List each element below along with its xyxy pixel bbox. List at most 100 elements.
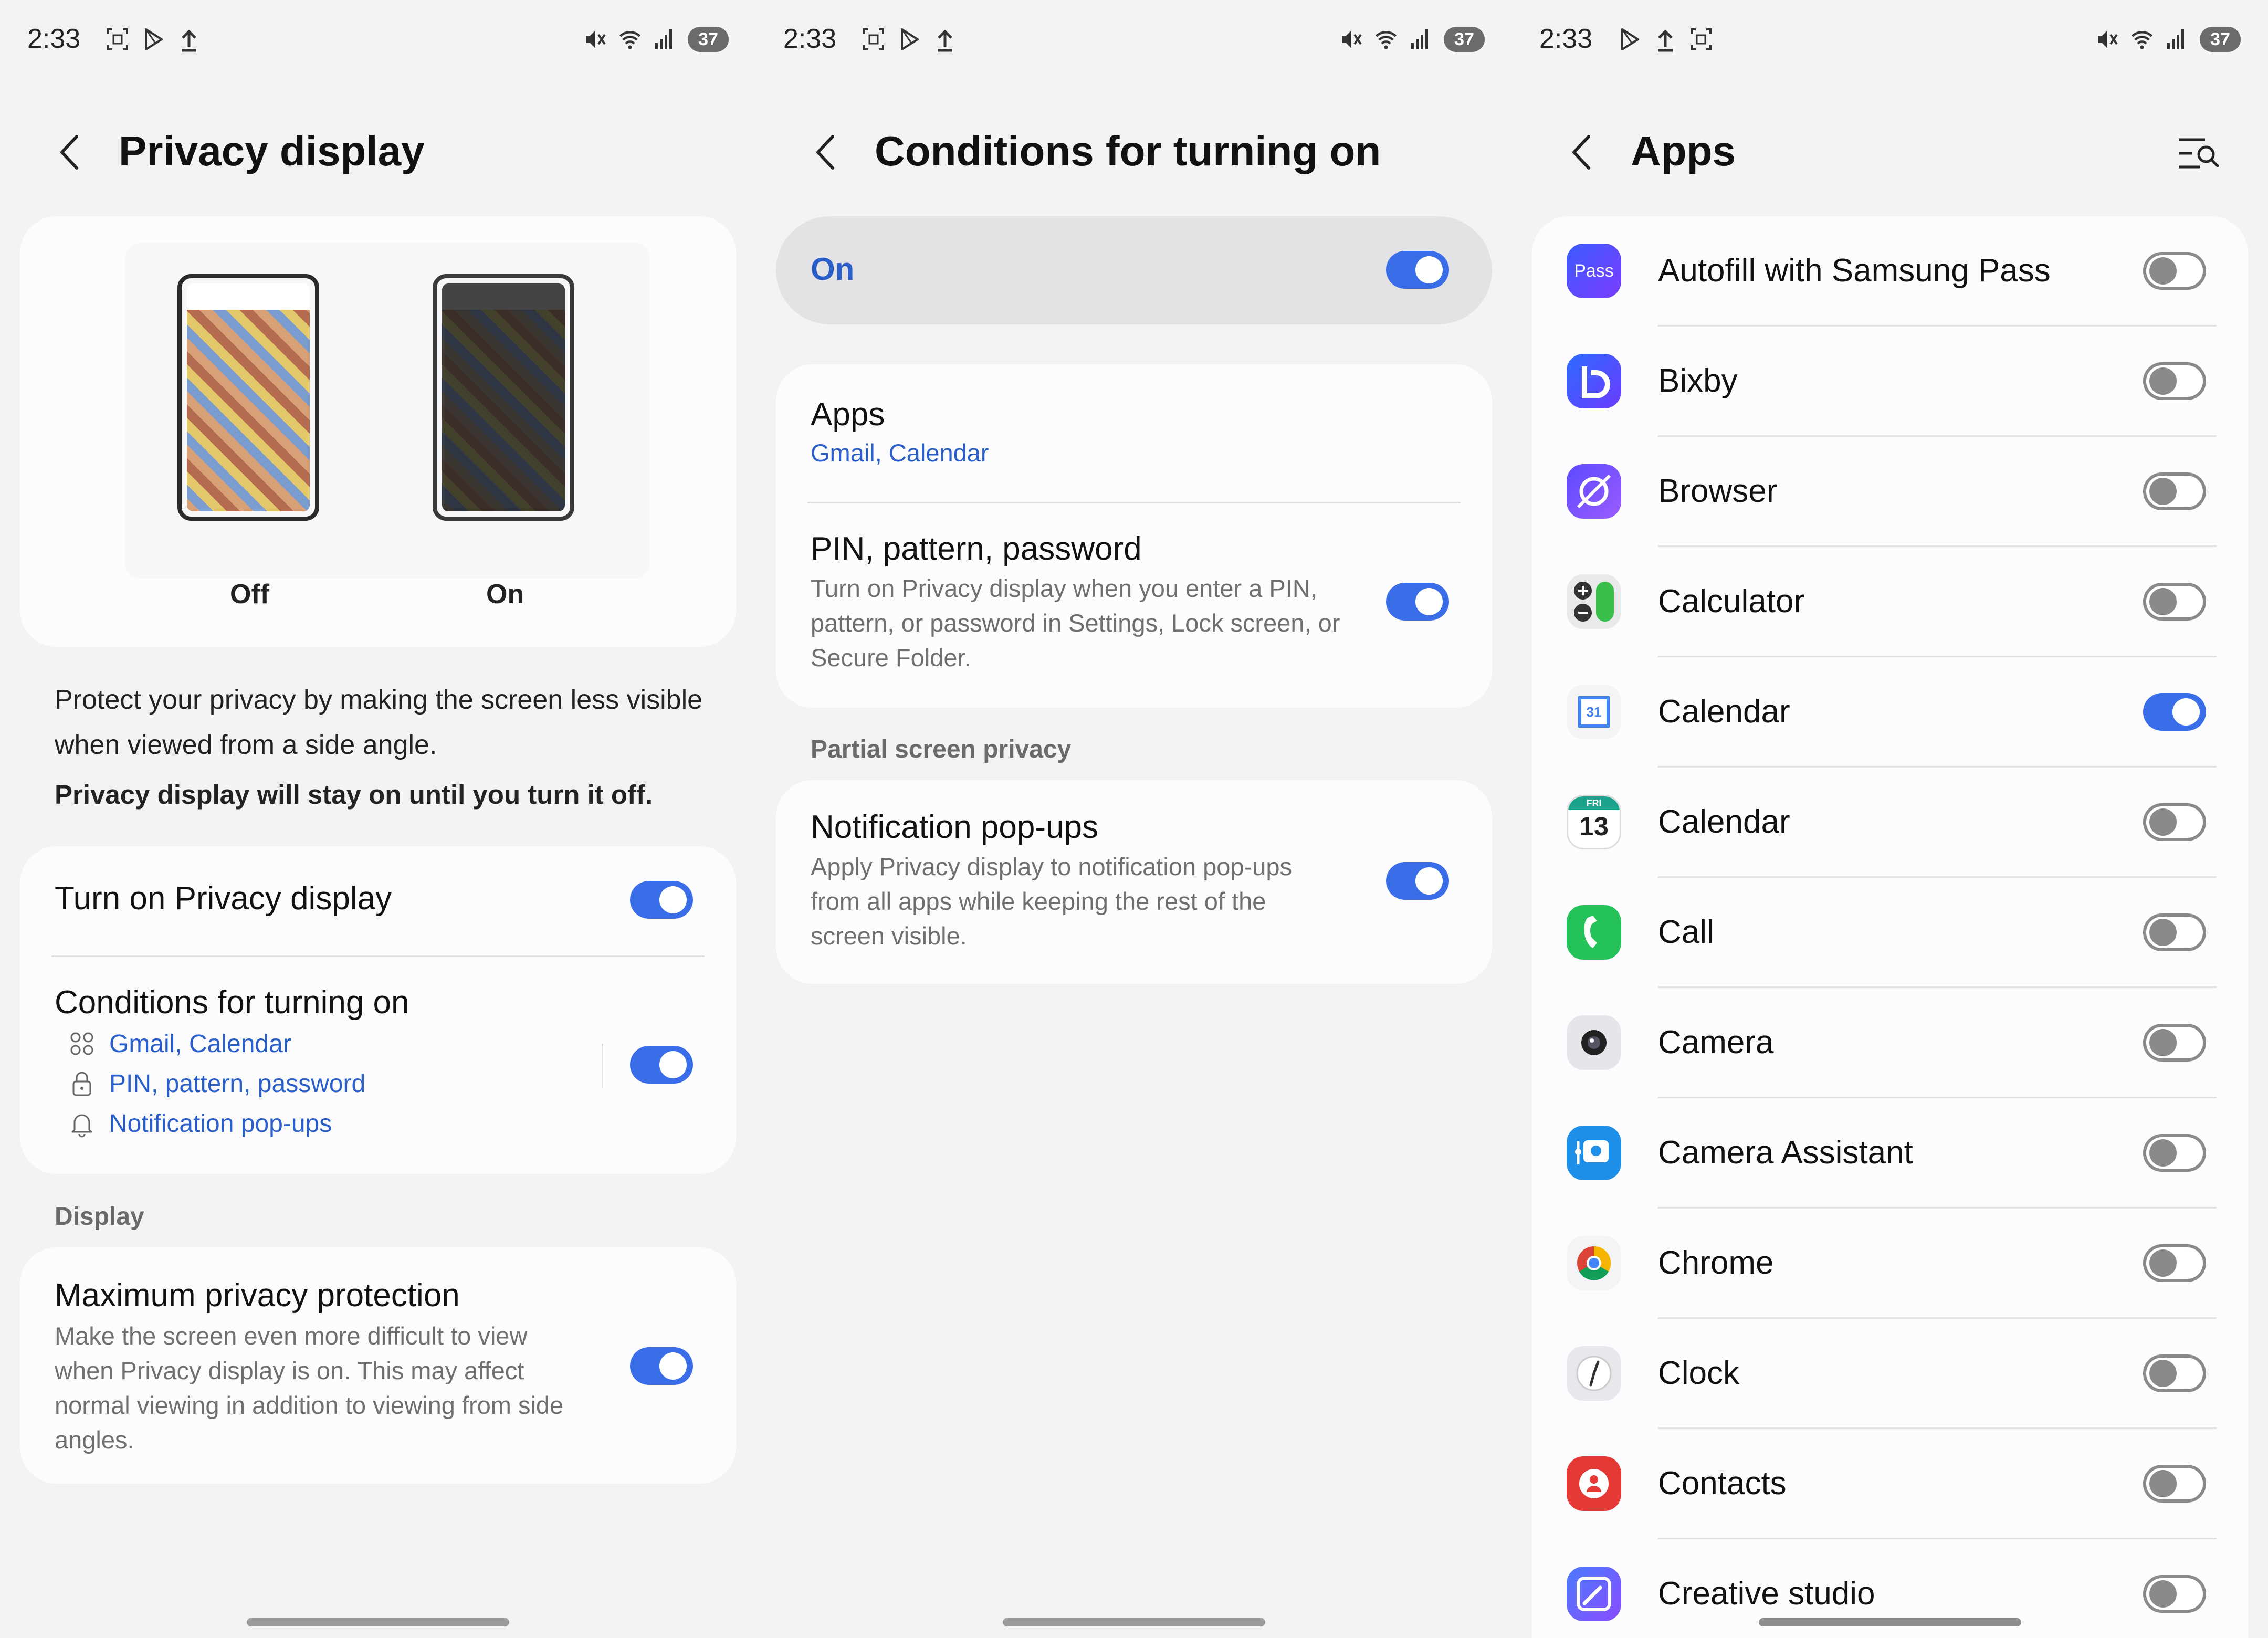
master-switch-row[interactable]: On	[776, 216, 1492, 324]
mute-icon	[2098, 30, 2118, 48]
pin-row-description: Turn on Privacy display when you enter a…	[811, 574, 1340, 671]
wifi-icon	[2131, 31, 2153, 49]
app-name: Bixby	[1658, 363, 1738, 399]
signal-icon	[2167, 29, 2184, 49]
preview-card: Off On	[20, 216, 736, 647]
preview-image	[125, 243, 650, 579]
pin-toggle[interactable]	[1386, 583, 1449, 621]
app-toggle[interactable]	[2143, 1465, 2206, 1503]
app-row-calculator[interactable]: Calculator	[1532, 547, 2248, 657]
play-store-icon	[1621, 28, 1639, 50]
app-row-call[interactable]: Call	[1532, 878, 2248, 988]
turn-on-privacy-row[interactable]: Turn on Privacy display	[20, 846, 736, 957]
apps-row[interactable]: Apps Gmail, Calendar	[776, 364, 1492, 501]
max-privacy-row[interactable]: Maximum privacy protection Make the scre…	[20, 1247, 736, 1484]
mute-icon	[586, 30, 606, 48]
creative-studio-icon	[1567, 1567, 1621, 1621]
signal-icon	[1411, 29, 1428, 49]
samsung-pass-icon: Pass	[1567, 244, 1621, 298]
upload-icon	[1658, 29, 1673, 52]
app-toggle[interactable]	[2143, 472, 2206, 510]
signal-icon	[655, 29, 672, 49]
samsung-calendar-icon: FRI 13	[1567, 795, 1621, 849]
battery-indicator: 37	[2200, 27, 2241, 52]
app-row-browser[interactable]: Browser	[1532, 437, 2248, 547]
app-name: Call	[1658, 914, 1714, 950]
master-switch-label: On	[811, 251, 855, 287]
back-icon[interactable]	[52, 131, 89, 173]
phone-off-illustration	[177, 274, 319, 521]
bell-icon	[71, 1114, 92, 1138]
conditions-label: Conditions for turning on	[55, 984, 410, 1021]
app-name: Creative studio	[1658, 1576, 1875, 1612]
screenshot-icon	[1690, 28, 1712, 50]
condition-pin: PIN, pattern, password	[109, 1069, 366, 1098]
privacy-settings-card: Turn on Privacy display Conditions for t…	[20, 846, 736, 1174]
status-time: 2:33	[783, 24, 837, 54]
app-toggle[interactable]	[2143, 1575, 2206, 1613]
app-row-bixby[interactable]: Bixby	[1532, 327, 2248, 437]
contacts-icon	[1567, 1456, 1621, 1511]
camera-icon	[1567, 1015, 1621, 1070]
privacy-display-screen: 2:33 37 Privacy display Off On Protect y…	[0, 0, 756, 1638]
app-toggle[interactable]	[2143, 914, 2206, 951]
master-switch-toggle[interactable]	[1386, 251, 1449, 289]
app-row-samsung-pass[interactable]: Pass Autofill with Samsung Pass	[1532, 216, 2248, 327]
back-icon[interactable]	[808, 131, 845, 173]
status-bar: 2:33 37	[783, 23, 1485, 60]
home-indicator[interactable]	[1003, 1618, 1265, 1626]
upload-icon	[182, 29, 196, 52]
app-row-contacts[interactable]: Contacts	[1532, 1429, 2248, 1539]
bixby-icon	[1567, 354, 1621, 408]
turn-on-privacy-label: Turn on Privacy display	[55, 880, 392, 917]
app-toggle[interactable]	[2143, 1354, 2206, 1392]
phone-on-illustration	[433, 274, 574, 521]
app-row-google-calendar[interactable]: 31 Calendar	[1532, 657, 2248, 768]
app-list: Pass Autofill with Samsung Pass Bixby Br…	[1532, 216, 2248, 1638]
app-toggle[interactable]	[2143, 1024, 2206, 1062]
lock-icon	[72, 1072, 91, 1096]
app-toggle[interactable]	[2143, 803, 2206, 841]
app-name: Calendar	[1658, 694, 1790, 730]
app-row-camera-assistant[interactable]: Camera Assistant	[1532, 1098, 2248, 1209]
wifi-icon	[619, 31, 641, 49]
calculator-icon	[1567, 574, 1621, 629]
app-name: Calendar	[1658, 804, 1790, 840]
app-toggle[interactable]	[2143, 1134, 2206, 1172]
back-icon[interactable]	[1564, 131, 1601, 173]
description-bold-text: Privacy display will stay on until you t…	[55, 780, 653, 810]
app-toggle[interactable]	[2143, 252, 2206, 290]
page-title: Apps	[1631, 128, 1736, 174]
app-row-chrome[interactable]: Chrome	[1532, 1209, 2248, 1319]
notification-popups-toggle[interactable]	[1386, 862, 1449, 900]
search-list-icon[interactable]	[2176, 132, 2221, 174]
notification-popups-title: Notification pop-ups	[811, 809, 1098, 845]
condition-notifications: Notification pop-ups	[109, 1109, 332, 1138]
status-bar: 2:33 37	[1539, 23, 2241, 60]
pin-row[interactable]: PIN, pattern, password Turn on Privacy d…	[776, 504, 1492, 708]
clock-icon	[1567, 1346, 1621, 1401]
apps-screen: 2:33 37 Apps Pass Autofill with Samsung …	[1512, 0, 2268, 1638]
app-toggle[interactable]	[2143, 693, 2206, 731]
turn-on-privacy-toggle[interactable]	[630, 881, 693, 919]
conditions-card: Apps Gmail, Calendar PIN, pattern, passw…	[776, 364, 1492, 708]
conditions-row[interactable]: Conditions for turning on Gmail, Calenda…	[20, 958, 597, 1173]
home-indicator[interactable]	[247, 1618, 509, 1626]
conditions-toggle[interactable]	[630, 1046, 693, 1084]
app-toggle[interactable]	[2143, 583, 2206, 621]
battery-indicator: 37	[1444, 27, 1485, 52]
max-privacy-toggle[interactable]	[630, 1347, 693, 1385]
app-toggle[interactable]	[2143, 1244, 2206, 1282]
home-indicator[interactable]	[1759, 1618, 2021, 1626]
app-row-clock[interactable]: Clock	[1532, 1319, 2248, 1429]
play-store-icon	[145, 28, 163, 50]
app-toggle[interactable]	[2143, 362, 2206, 400]
notification-popups-row[interactable]: Notification pop-ups Apply Privacy displ…	[776, 780, 1492, 984]
pin-row-title: PIN, pattern, password	[811, 531, 1142, 567]
battery-indicator: 37	[688, 27, 729, 52]
app-row-camera[interactable]: Camera	[1532, 988, 2248, 1098]
app-name: Camera	[1658, 1024, 1774, 1060]
max-privacy-description: Make the screen even more difficult to v…	[55, 1322, 564, 1454]
app-name: Browser	[1658, 473, 1778, 509]
app-row-samsung-calendar[interactable]: FRI 13 Calendar	[1532, 768, 2248, 878]
